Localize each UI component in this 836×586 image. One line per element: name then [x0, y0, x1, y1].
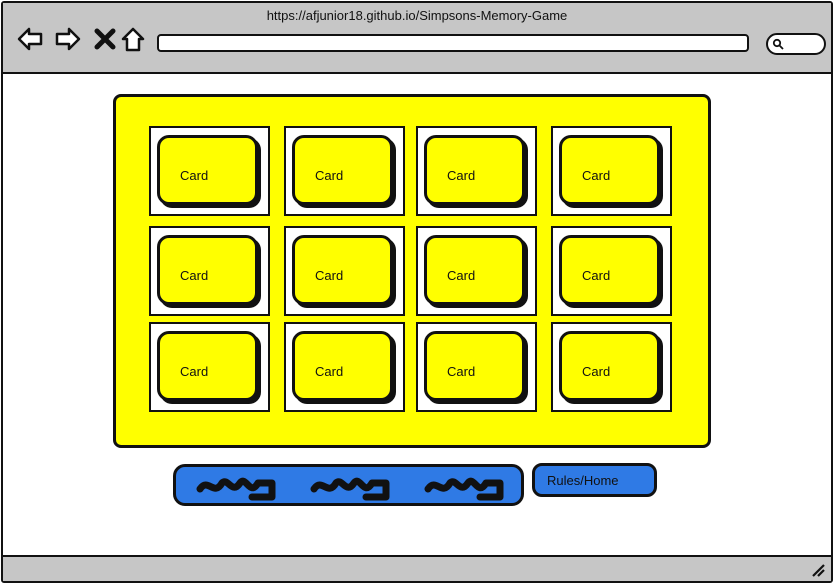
memory-card[interactable]: Card [559, 331, 660, 401]
memory-card[interactable]: Card [424, 135, 525, 205]
memory-card[interactable]: Card [559, 135, 660, 205]
close-icon[interactable] [93, 25, 119, 53]
card-label: Card [180, 364, 209, 379]
card-slot[interactable]: Card [284, 126, 405, 216]
page-url: https://afjunior18.github.io/Simpsons-Me… [266, 8, 568, 23]
card-slot[interactable]: Card [284, 226, 405, 316]
card-slot[interactable]: Card [284, 322, 405, 412]
search-field[interactable] [766, 33, 826, 55]
home-icon[interactable] [120, 25, 146, 53]
browser-window: https://afjunior18.github.io/Simpsons-Me… [1, 1, 833, 583]
card-slot[interactable]: Card [149, 322, 270, 412]
redacted-scribble [310, 477, 390, 501]
browser-status-bar [3, 555, 831, 581]
card-label: Card [582, 168, 611, 183]
card-label: Card [315, 364, 344, 379]
game-board: Card Card Card Card Card Card Card Card Card Card… [113, 94, 711, 448]
back-arrow-icon[interactable] [17, 25, 43, 53]
memory-card[interactable]: Card [157, 331, 258, 401]
memory-card[interactable]: Card [559, 235, 660, 305]
memory-card[interactable]: Card [424, 235, 525, 305]
card-label: Card [582, 268, 611, 283]
score-bar [173, 464, 524, 506]
browser-toolbar: https://afjunior18.github.io/Simpsons-Me… [3, 3, 831, 74]
card-slot[interactable]: Card [149, 126, 270, 216]
rules-home-label: Rules/Home [547, 473, 619, 488]
resize-handle-icon[interactable] [811, 563, 825, 577]
card-label: Card [180, 168, 209, 183]
memory-card[interactable]: Card [157, 135, 258, 205]
card-label: Card [447, 268, 476, 283]
redacted-scribble [424, 477, 504, 501]
forward-arrow-icon[interactable] [55, 25, 81, 53]
rules-home-button[interactable]: Rules/Home [532, 463, 657, 497]
card-slot[interactable]: Card [416, 226, 537, 316]
redacted-scribble [196, 477, 276, 501]
card-label: Card [315, 268, 344, 283]
card-slot[interactable]: Card [416, 322, 537, 412]
search-icon [772, 38, 784, 50]
card-label: Card [447, 168, 476, 183]
card-label: Card [180, 268, 209, 283]
card-slot[interactable]: Card [416, 126, 537, 216]
memory-card[interactable]: Card [424, 331, 525, 401]
memory-card[interactable]: Card [292, 235, 393, 305]
card-label: Card [582, 364, 611, 379]
memory-card[interactable]: Card [157, 235, 258, 305]
memory-card[interactable]: Card [292, 135, 393, 205]
card-slot[interactable]: Card [149, 226, 270, 316]
card-label: Card [315, 168, 344, 183]
card-slot[interactable]: Card [551, 322, 672, 412]
card-label: Card [447, 364, 476, 379]
card-slot[interactable]: Card [551, 226, 672, 316]
memory-card[interactable]: Card [292, 331, 393, 401]
address-bar[interactable] [157, 34, 749, 52]
card-slot[interactable]: Card [551, 126, 672, 216]
